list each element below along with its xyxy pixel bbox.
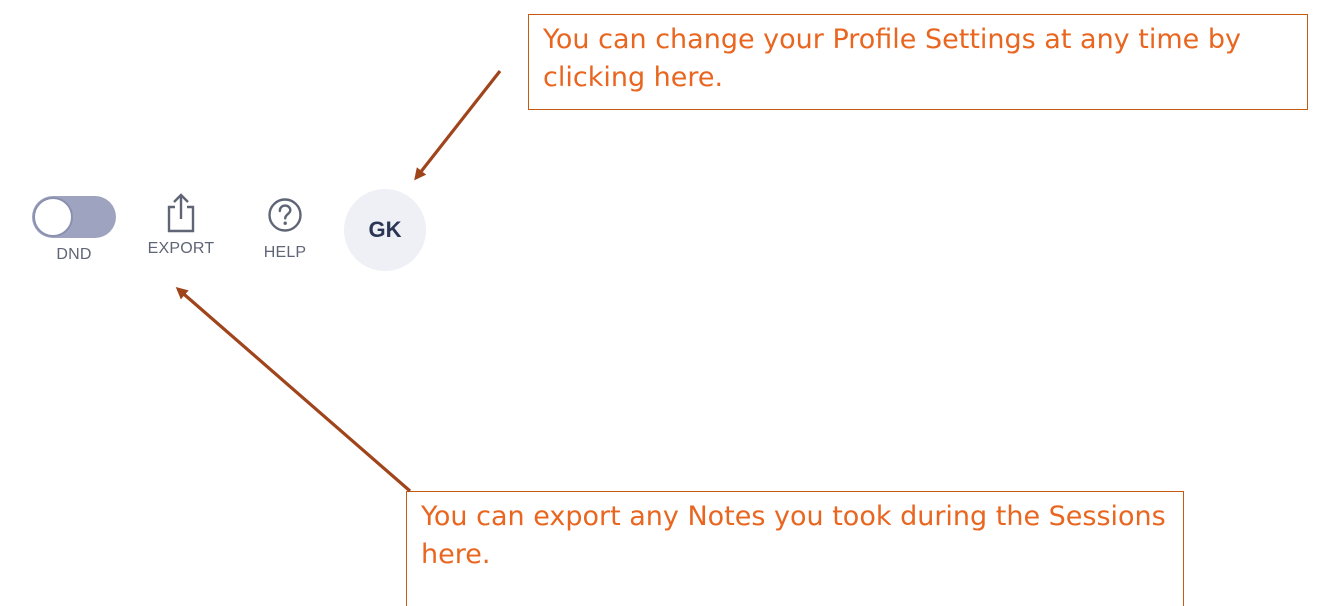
export-button[interactable]: EXPORT [136,192,226,258]
arrow-to-export [175,287,412,493]
avatar-profile-button[interactable]: GK [344,189,426,271]
dnd-toggle-group[interactable]: DND [30,196,118,264]
export-label: EXPORT [147,240,215,257]
help-button[interactable]: HELP [253,196,317,262]
share-export-icon [164,192,198,234]
question-circle-icon [266,196,304,238]
avatar-initials: GK [368,217,402,242]
dnd-label: DND [56,246,92,263]
dnd-toggle[interactable] [32,196,116,238]
help-label: HELP [263,244,307,261]
arrow-to-avatar [414,70,502,181]
callout-profile-settings: You can change your Profile Settings at … [528,14,1308,110]
callout-export-notes: You can export any Notes you took during… [406,491,1184,606]
dnd-toggle-knob [33,197,73,237]
